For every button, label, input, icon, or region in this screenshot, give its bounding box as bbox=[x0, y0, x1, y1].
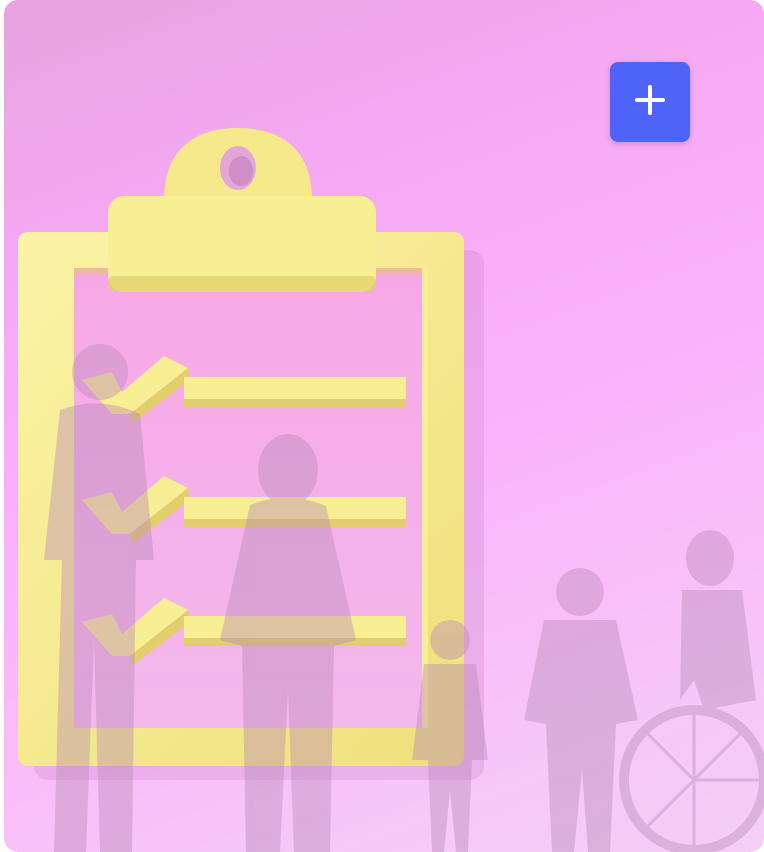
hero-card bbox=[4, 0, 764, 852]
add-button[interactable] bbox=[610, 62, 690, 142]
clipboard-clip bbox=[108, 128, 376, 292]
plus-icon bbox=[631, 81, 669, 124]
